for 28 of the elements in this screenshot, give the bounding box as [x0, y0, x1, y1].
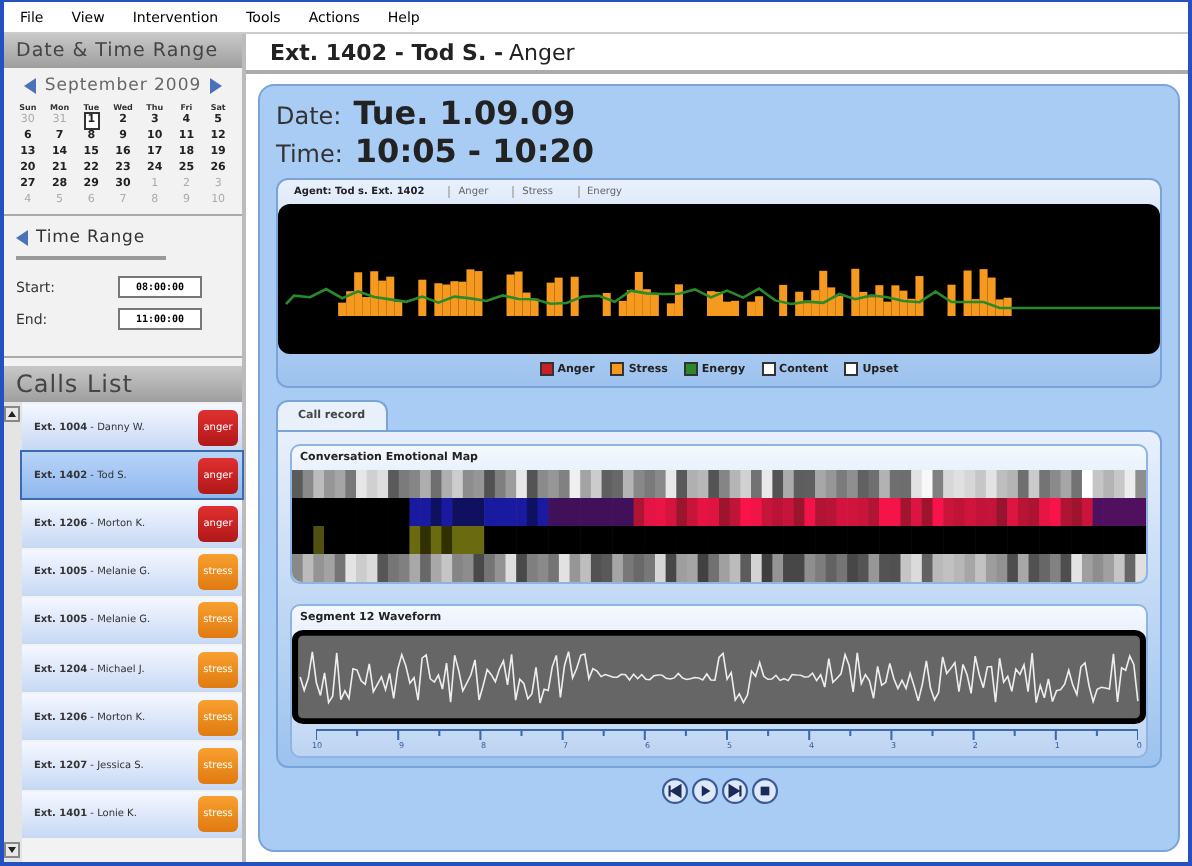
- stress-bar: [418, 279, 427, 316]
- stop-button[interactable]: [751, 778, 777, 804]
- stress-bar: [570, 276, 579, 316]
- legend-swatch[interactable]: [761, 362, 776, 376]
- stress-bar: [947, 284, 956, 316]
- legend-swatch[interactable]: [844, 362, 859, 376]
- date-value: Tue. 1.09.09: [353, 94, 576, 132]
- legend-swatch[interactable]: [539, 362, 554, 376]
- section-title: Date & Time Range: [4, 34, 242, 68]
- previous-month-icon[interactable]: [24, 78, 37, 94]
- skip-forward-button[interactable]: [721, 778, 747, 804]
- time-label: Time:: [276, 140, 343, 168]
- time-value: 10:05 - 10:20: [354, 132, 595, 170]
- legend-swatch[interactable]: [683, 362, 698, 376]
- call-title: Ext. 1402 - Tod S. - Anger: [246, 34, 1188, 74]
- scroll-down-icon[interactable]: [4, 842, 20, 858]
- collapse-arrow-icon[interactable]: [16, 230, 28, 246]
- month-title: September 2009: [44, 76, 202, 96]
- play-button[interactable]: [691, 778, 717, 804]
- legend-swatch[interactable]: [610, 362, 625, 376]
- time-range-title: Time Range: [36, 228, 145, 248]
- next-month-icon[interactable]: [209, 78, 222, 94]
- stress-bar: [602, 293, 611, 316]
- scroll-up-icon[interactable]: [4, 406, 20, 422]
- stress-bar: [779, 284, 788, 316]
- date-label: Date:: [276, 102, 342, 130]
- skip-back-button[interactable]: [661, 778, 687, 804]
- section-title: Calls List: [4, 366, 242, 402]
